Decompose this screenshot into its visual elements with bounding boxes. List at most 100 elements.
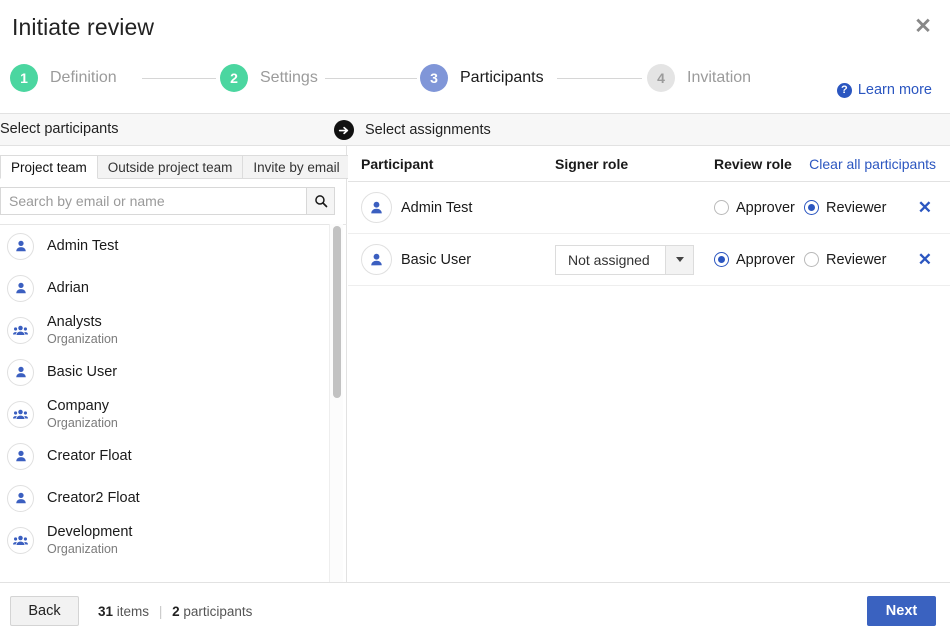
signer-role-value: Not assigned [555, 245, 665, 275]
people-list[interactable]: Admin TestAdrianAnalystsOrganizationBasi… [0, 224, 347, 582]
list-item[interactable]: Adrian [0, 267, 347, 309]
user-icon [7, 359, 34, 386]
list-item[interactable]: Development Organization [0, 519, 347, 561]
column-header-review-role: Review role [714, 156, 792, 172]
select-participants-heading: Select participants [0, 121, 118, 137]
list-item-text: Admin Test [47, 238, 118, 254]
assignments-pane: Participant Signer role Review role Clea… [348, 146, 950, 582]
list-item-text: Basic User [47, 364, 117, 380]
remove-participant-icon[interactable]: ✕ [918, 251, 932, 268]
radio-indicator-approver [714, 252, 729, 267]
step-number-4: 4 [647, 64, 675, 92]
participant-picker-pane: Project team Outside project team Invite… [0, 146, 347, 582]
search-icon[interactable] [306, 187, 335, 215]
step-label-definition: Definition [50, 69, 117, 87]
list-item-name: Analysts [47, 314, 118, 330]
wizard-stepper: 1 Definition 2 Settings 3 Participants 4… [0, 57, 950, 105]
user-icon [361, 244, 392, 275]
chevron-down-icon[interactable] [665, 245, 694, 275]
list-item-text: AnalystsOrganization [47, 314, 118, 346]
list-item-name: Development [47, 524, 132, 540]
list-item[interactable]: AnalystsOrganization [0, 309, 347, 351]
step-connector-2 [325, 78, 417, 79]
arrow-right-circle-icon [334, 120, 354, 140]
step-definition[interactable]: 1 Definition [10, 63, 117, 93]
counts-divider: | [159, 604, 163, 619]
list-item-name: Company [47, 398, 118, 414]
radio-reviewer[interactable]: Reviewer [804, 252, 886, 268]
list-item-text: Development Organization [47, 524, 132, 556]
list-item-name: Basic User [47, 364, 117, 380]
list-item[interactable]: Creator2 Float [0, 477, 347, 519]
avatar [361, 244, 392, 275]
learn-more-label: Learn more [858, 82, 932, 98]
step-invitation[interactable]: 4 Invitation [647, 63, 751, 93]
people-list-scrollbar[interactable] [329, 224, 343, 582]
radio-indicator-approver [714, 200, 729, 215]
status-counts: 31 items | 2 participants [98, 604, 252, 619]
radio-reviewer[interactable]: Reviewer [804, 200, 886, 216]
picker-tabs: Project team Outside project team Invite… [0, 155, 351, 179]
list-item-subtitle: Organization [47, 416, 118, 430]
close-icon[interactable]: ✕ [910, 13, 936, 39]
user-icon [7, 485, 34, 512]
user-icon [7, 275, 34, 302]
clear-all-participants-link[interactable]: Clear all participants [809, 156, 936, 172]
step-connector-3 [557, 78, 642, 79]
row-participant-name: Admin Test [401, 200, 472, 216]
radio-approver[interactable]: Approver [714, 200, 795, 216]
user-icon [7, 233, 34, 260]
list-item-name: Creator Float [47, 448, 132, 464]
list-item-text: Creator2 Float [47, 490, 140, 506]
column-header-participant: Participant [361, 156, 433, 172]
step-label-settings: Settings [260, 69, 318, 87]
section-bar: Select participants Select assignments [0, 113, 950, 146]
list-item-name: Admin Test [47, 238, 118, 254]
step-participants[interactable]: 3 Participants [420, 63, 544, 93]
step-number-3: 3 [420, 64, 448, 92]
select-assignments-group[interactable]: Select assignments [334, 120, 491, 140]
tab-outside-project-team[interactable]: Outside project team [98, 155, 244, 179]
row-participant-name: Basic User [401, 252, 471, 268]
remove-participant-icon[interactable]: ✕ [918, 199, 932, 216]
radio-label-reviewer: Reviewer [826, 200, 886, 216]
select-assignments-heading: Select assignments [365, 122, 491, 138]
list-item[interactable]: Company Organization [0, 393, 347, 435]
group-icon [7, 401, 34, 428]
radio-approver[interactable]: Approver [714, 252, 795, 268]
group-icon [7, 317, 34, 344]
list-item-name: Creator2 Float [47, 490, 140, 506]
step-label-invitation: Invitation [687, 69, 751, 87]
group-icon [7, 527, 34, 554]
signer-role-select[interactable]: Not assigned [555, 245, 694, 275]
page-title: Initiate review [12, 14, 154, 41]
list-item[interactable]: Admin Test [0, 225, 347, 267]
scrollbar-thumb[interactable] [333, 226, 341, 398]
next-button[interactable]: Next [867, 596, 936, 626]
step-number-1: 1 [10, 64, 38, 92]
tab-project-team[interactable]: Project team [0, 155, 98, 179]
radio-label-approver: Approver [736, 200, 795, 216]
list-item[interactable]: Creator Float [0, 435, 347, 477]
column-header-signer-role: Signer role [555, 156, 628, 172]
back-button[interactable]: Back [10, 596, 79, 626]
avatar [361, 192, 392, 223]
radio-indicator-reviewer [804, 200, 819, 215]
list-item[interactable]: Basic User [0, 351, 347, 393]
participants-label: participants [183, 604, 252, 619]
radio-label-reviewer: Reviewer [826, 252, 886, 268]
user-icon [7, 443, 34, 470]
list-item-text: Adrian [47, 280, 89, 296]
list-item-subtitle: Organization [47, 542, 132, 556]
step-connector-1 [142, 78, 216, 79]
search-input[interactable] [0, 187, 306, 215]
items-label: items [117, 604, 149, 619]
radio-label-approver: Approver [736, 252, 795, 268]
tab-invite-by-email[interactable]: Invite by email [243, 155, 350, 179]
step-settings[interactable]: 2 Settings [220, 63, 318, 93]
initiate-review-dialog: Initiate review ✕ 1 Definition 2 Setting… [0, 0, 950, 644]
table-row: Admin Test Approver Reviewer ✕ [348, 182, 950, 234]
learn-more-link[interactable]: ? Learn more [837, 82, 932, 98]
search-row [0, 187, 335, 215]
step-label-participants: Participants [460, 69, 544, 87]
